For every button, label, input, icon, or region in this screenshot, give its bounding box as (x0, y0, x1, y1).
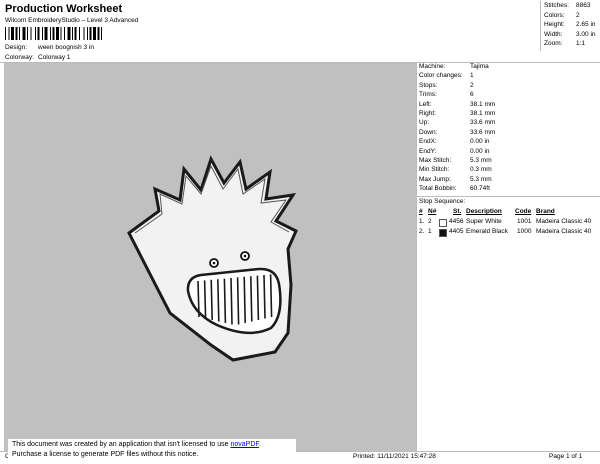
trims-row: Trims: 6 (419, 91, 474, 99)
stats-panel: Stitches: 8863 Colors: 2 Height: 2.65 in Wi… (544, 2, 600, 50)
page-number: Page 1 of 1 (549, 453, 583, 460)
stop-sequence-row: 1. 2 4456 Super White 1001 Madeira Class… (419, 218, 592, 227)
total-bobbin-row: Total Bobbin: 60.74ft (419, 185, 490, 193)
stop-sequence-row: 2. 1 4405 Emerald Black 1000 Madeira Cla… (419, 228, 592, 237)
max-jump-row: Max Jump: 5.3 mm (419, 175, 492, 183)
down-row: Down: 33.6 mm (419, 128, 496, 136)
up-row: Up: 33.6 mm (419, 119, 496, 127)
stat-height: Height: 2.65 in (544, 21, 596, 28)
stop-sequence-title: Stop Sequence: (419, 198, 466, 205)
stat-stitches: Stitches: 8863 (544, 2, 591, 9)
thread-swatch (439, 229, 447, 237)
max-stitch-row: Max Stitch: 5.3 mm (419, 156, 492, 164)
machine-row: Machine: Tajima (419, 63, 489, 70)
design-preview (4, 63, 416, 451)
colorway-label: Colorway: (5, 54, 34, 61)
stop-sequence: Stop Sequence: # N# St. Description Code… (419, 198, 599, 238)
machine-info: Machine: Tajima Color changes: 1 Stops: 2 T… (419, 63, 597, 194)
stop-sequence-header: # N# St. Description Code Brand (419, 208, 555, 215)
stat-colors: Colors: 2 (544, 11, 580, 19)
stops-row: Stops: 2 (419, 81, 474, 89)
divider-vertical (416, 62, 417, 452)
left-row: Left: 38.1 mm (419, 100, 496, 108)
colorway-value: Colorway 1 (38, 54, 71, 61)
endy-row: EndY: 0.00 in (419, 147, 490, 155)
page-title: Production Worksheet (5, 3, 123, 15)
boognish-logo (127, 155, 298, 362)
novapdf-link[interactable]: novaPDF (230, 441, 258, 448)
endx-row: EndX: 0.00 in (419, 138, 490, 146)
barcode (5, 27, 102, 40)
divider-stop-sequence (417, 196, 600, 197)
software-name: Wilcom EmbroideryStudio – Level 3 Advanc… (5, 17, 139, 24)
color-changes-row: Color changes: 1 (419, 72, 474, 80)
thread-swatch (439, 219, 447, 227)
design-value: ween boognish 3 in (38, 44, 95, 51)
printed-date: Printed: 11/11/2021 15:47:28 (353, 453, 436, 460)
min-stitch-row: Min Stitch: 0.3 mm (419, 166, 492, 174)
design-label: Design: (5, 44, 28, 51)
stat-width: Width: 3.00 in (544, 30, 596, 38)
license-notice: This document was created by an applicat… (8, 439, 296, 464)
right-row: Right: 38.1 mm (419, 109, 496, 117)
stat-zoom: Zoom: 1:1 (544, 40, 586, 47)
